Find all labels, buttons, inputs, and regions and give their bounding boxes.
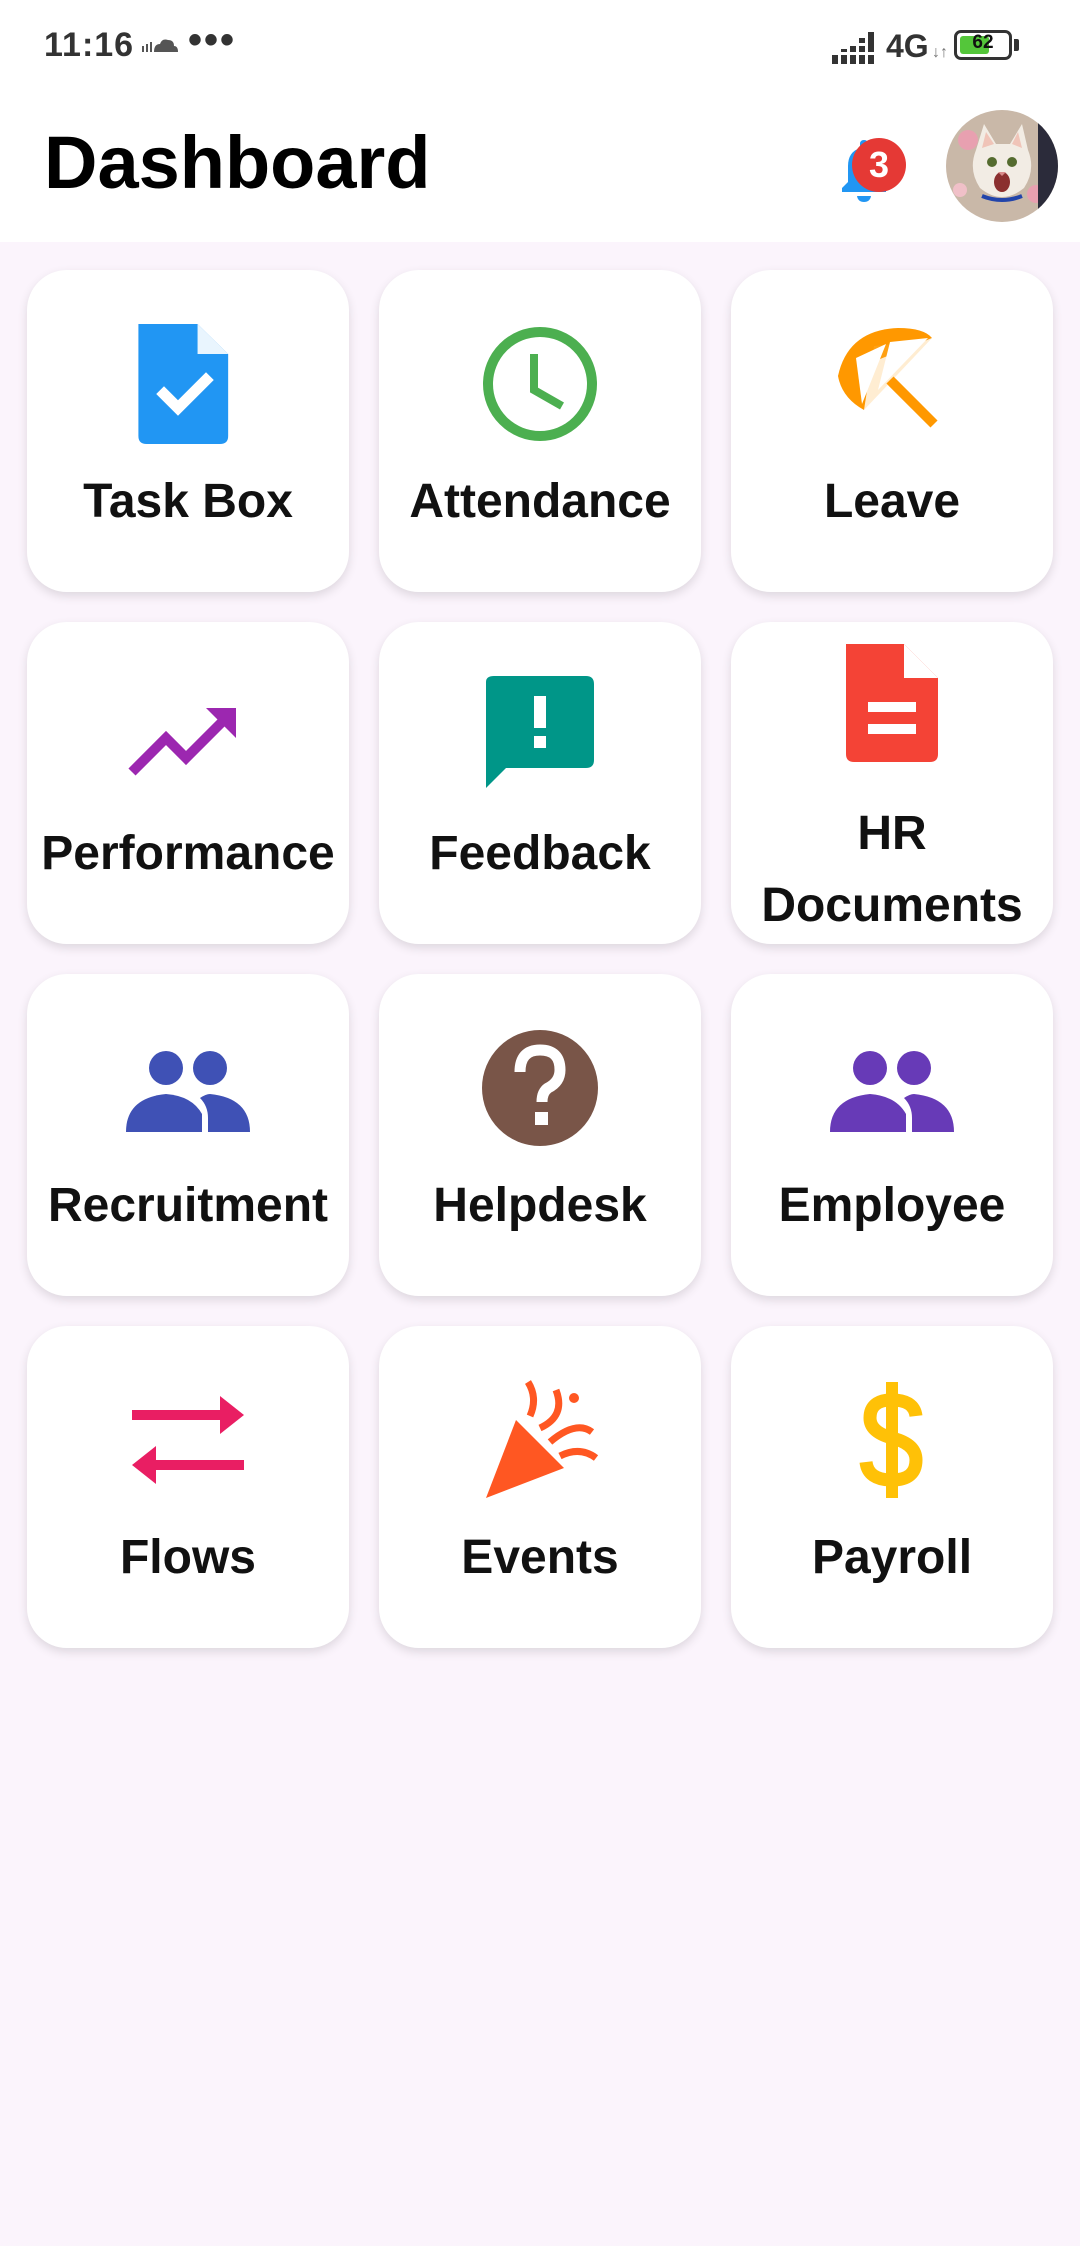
tile-label: Events <box>461 1531 619 1584</box>
network-type: 4G <box>886 28 929 64</box>
tile-label: HR Documents <box>761 807 1023 932</box>
clock-icon <box>476 320 604 448</box>
tile-employee[interactable]: Employee <box>731 974 1053 1296</box>
status-time: 11:16 <box>44 26 135 64</box>
tile-leave[interactable]: Leave <box>731 270 1053 592</box>
dollar-icon <box>828 1376 956 1504</box>
tile-label: Helpdesk <box>433 1179 647 1232</box>
tile-recruitment[interactable]: Recruitment <box>27 974 349 1296</box>
document-icon <box>828 640 956 768</box>
battery-icon: 62 <box>954 30 1012 60</box>
trending-up-icon <box>124 672 252 800</box>
tile-label: Employee <box>778 1179 1006 1232</box>
people-icon <box>828 1024 956 1152</box>
page-title: Dashboard <box>44 121 431 204</box>
tile-label: Task Box <box>83 475 293 528</box>
celebration-icon <box>476 1376 604 1504</box>
notification-badge: 3 <box>852 138 906 192</box>
help-icon <box>476 1024 604 1152</box>
signal-icon <box>832 32 876 69</box>
tile-label: Feedback <box>429 827 651 880</box>
tile-hr-documents[interactable]: HR Documents <box>731 622 1053 944</box>
task-check-icon <box>124 320 252 448</box>
swap-arrows-icon <box>124 1376 252 1504</box>
tile-attendance[interactable]: Attendance <box>379 270 701 592</box>
beach-umbrella-icon <box>828 320 956 448</box>
tile-feedback[interactable]: Feedback <box>379 622 701 944</box>
tile-label: Performance <box>41 827 335 880</box>
tile-label: Flows <box>119 1531 256 1584</box>
battery-tip <box>1014 39 1019 51</box>
people-icon <box>124 1024 252 1152</box>
data-activity-icon: ↓↑ <box>932 44 948 61</box>
battery-percent: 62 <box>972 32 994 53</box>
cloud-icon <box>140 34 180 61</box>
tile-flows[interactable]: Flows <box>27 1326 349 1648</box>
tile-payroll[interactable]: Payroll <box>731 1326 1053 1648</box>
tile-performance[interactable]: Performance <box>27 622 349 944</box>
status-bar: 11:16 ••• 4G ↓↑ 62 <box>0 0 1080 96</box>
more-notifications-indicator: ••• <box>188 18 237 62</box>
tile-events[interactable]: Events <box>379 1326 701 1648</box>
feedback-icon <box>476 672 604 800</box>
tile-label: Recruitment <box>47 1179 329 1232</box>
app-bar: Dashboard 3 <box>0 96 1080 242</box>
tile-helpdesk[interactable]: Helpdesk <box>379 974 701 1296</box>
tile-label: Leave <box>823 475 961 528</box>
tile-task-box[interactable]: Task Box <box>27 270 349 592</box>
avatar[interactable] <box>946 110 1058 222</box>
tile-label: Payroll <box>811 1531 973 1584</box>
tile-label: Attendance <box>409 475 671 528</box>
